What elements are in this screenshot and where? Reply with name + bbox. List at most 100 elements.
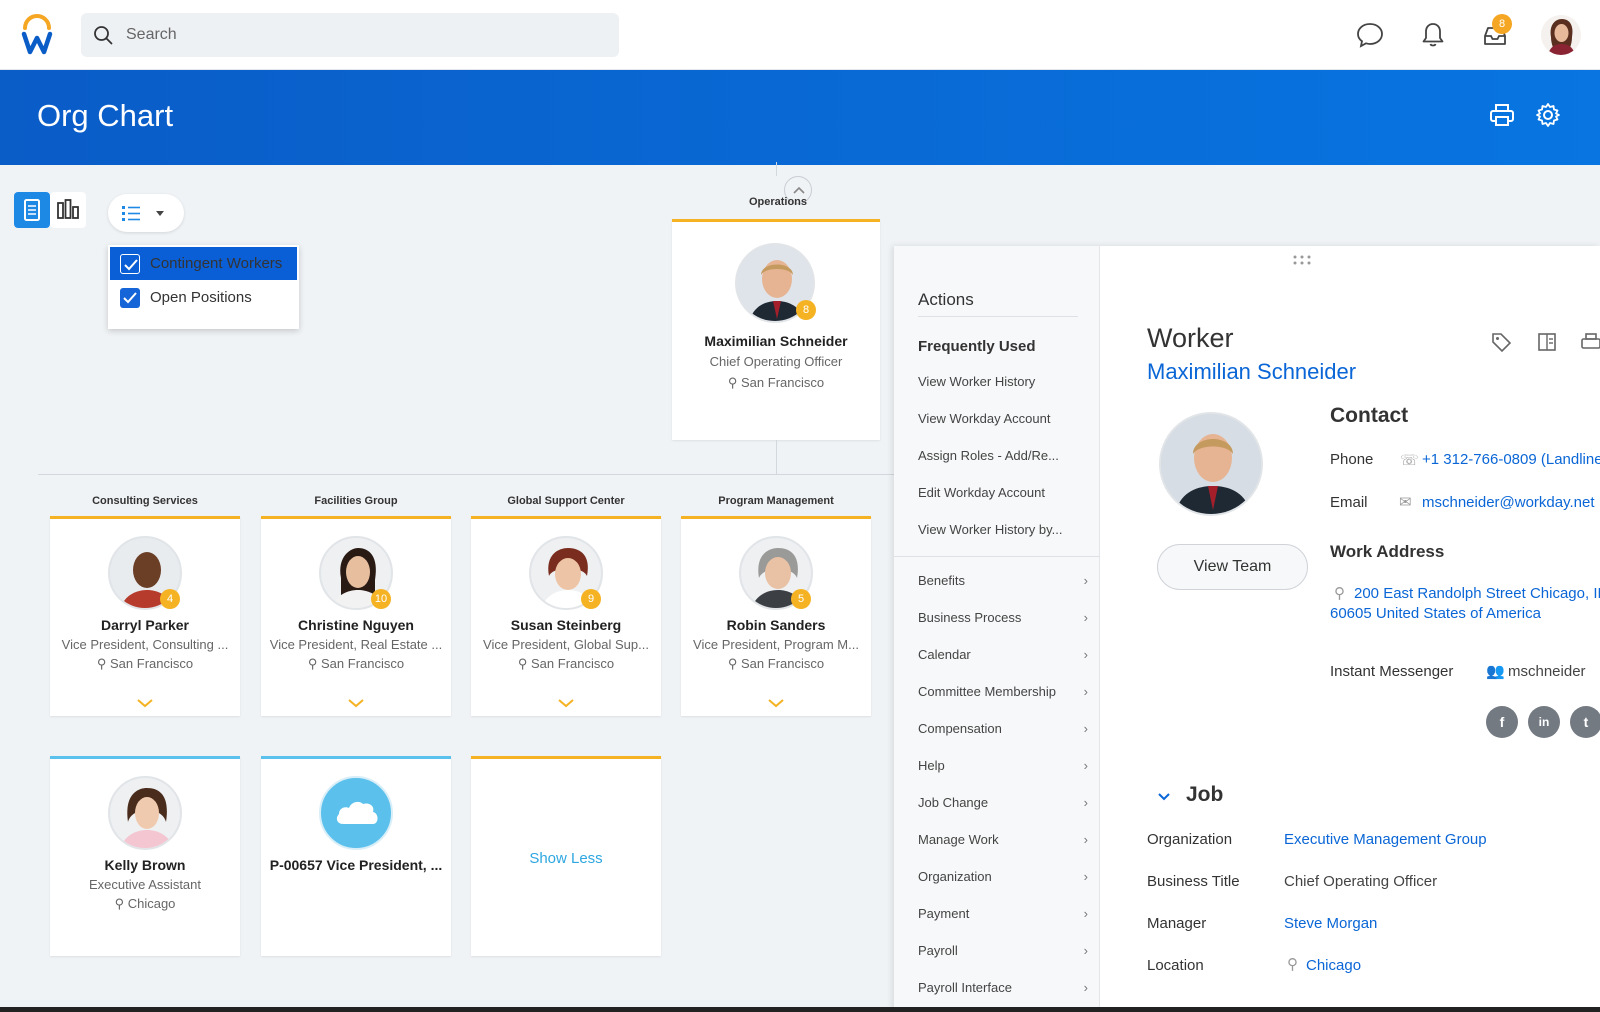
address-line-2[interactable]: 60605 United States of America bbox=[1330, 605, 1541, 622]
menu-organization[interactable]: Organization › bbox=[918, 869, 1088, 884]
worker-title: Chief Operating Officer bbox=[709, 354, 843, 369]
filter-option-contingent-workers[interactable]: Contingent Workers bbox=[110, 247, 297, 280]
bell-icon[interactable] bbox=[1418, 20, 1448, 50]
menu-payment[interactable]: Payment › bbox=[918, 906, 1088, 921]
gear-icon[interactable] bbox=[1534, 101, 1562, 129]
worker-name-link[interactable]: Maximilian Schneider bbox=[1147, 359, 1356, 385]
chevron-right-icon: › bbox=[1083, 610, 1088, 625]
menu-label: Help bbox=[918, 758, 945, 773]
worker-photo bbox=[1159, 412, 1263, 516]
user-avatar[interactable] bbox=[1541, 15, 1581, 55]
menu-payroll-interface[interactable]: Payroll Interface › bbox=[918, 980, 1088, 995]
chevron-down-icon[interactable] bbox=[347, 697, 365, 709]
workday-logo-icon[interactable] bbox=[20, 14, 54, 56]
menu-benefits[interactable]: Benefits › bbox=[918, 573, 1088, 588]
chart-view-toggle[interactable] bbox=[50, 192, 86, 228]
org-card-open-position[interactable]: P-00657 Vice President, ... bbox=[261, 756, 451, 956]
chevron-right-icon: › bbox=[1083, 721, 1088, 736]
worker-name: Maximilian Schneider bbox=[704, 333, 848, 349]
email-link[interactable]: mschneider@workday.net bbox=[1422, 494, 1595, 511]
list-filter-icon bbox=[122, 206, 164, 221]
org-card-child[interactable]: 4 Darryl Parker Vice President, Consulti… bbox=[50, 516, 240, 716]
worker-name: Darryl Parker bbox=[101, 617, 189, 633]
view-team-button[interactable]: View Team bbox=[1157, 544, 1308, 590]
report-count-badge: 9 bbox=[581, 589, 601, 609]
menu-label: Payroll Interface bbox=[918, 980, 1012, 995]
document-icon bbox=[24, 199, 40, 221]
worker-name: Robin Sanders bbox=[726, 617, 826, 633]
print-icon[interactable] bbox=[1488, 101, 1516, 129]
location-link[interactable]: Chicago bbox=[1306, 957, 1361, 974]
chevron-down-icon[interactable] bbox=[136, 697, 154, 709]
business-title-value: Chief Operating Officer bbox=[1284, 873, 1438, 890]
chevron-right-icon: › bbox=[1083, 647, 1088, 662]
job-heading: Job bbox=[1186, 783, 1224, 806]
action-view-worker-history-by[interactable]: View Worker History by... bbox=[918, 522, 1062, 537]
department-label: Operations bbox=[748, 196, 808, 208]
card-view-toggle[interactable] bbox=[14, 192, 50, 228]
worker-location: ⚲ Chicago bbox=[50, 896, 240, 912]
divider bbox=[918, 316, 1078, 317]
show-less-card[interactable]: Show Less bbox=[471, 756, 661, 956]
filter-dropdown-menu: Contingent Workers Open Positions bbox=[108, 245, 299, 329]
org-card-assistant[interactable]: Kelly Brown Executive Assistant ⚲ Chicag… bbox=[50, 756, 240, 956]
org-card-root[interactable]: 8 Maximilian Schneider Chief Operating O… bbox=[672, 219, 880, 440]
linkedin-icon[interactable]: in bbox=[1528, 706, 1560, 738]
bar-chart-icon bbox=[57, 199, 79, 219]
export-icon[interactable] bbox=[1536, 331, 1558, 353]
org-card-child[interactable]: 9 Susan Steinberg Vice President, Global… bbox=[471, 516, 661, 716]
checkbox-icon[interactable] bbox=[120, 254, 140, 274]
chevron-right-icon: › bbox=[1083, 684, 1088, 699]
action-assign-roles[interactable]: Assign Roles - Add/Re... bbox=[918, 448, 1059, 463]
menu-manage-work[interactable]: Manage Work › bbox=[918, 832, 1088, 847]
menu-committee-membership[interactable]: Committee Membership › bbox=[918, 684, 1088, 699]
search-input[interactable]: Search bbox=[81, 13, 619, 57]
chat-icon[interactable] bbox=[1355, 20, 1385, 50]
organization-link[interactable]: Executive Management Group bbox=[1284, 831, 1487, 848]
menu-label: Compensation bbox=[918, 721, 1002, 736]
top-bar: Search 8 bbox=[0, 0, 1600, 70]
chevron-down-icon[interactable] bbox=[767, 697, 785, 709]
print-icon[interactable] bbox=[1580, 331, 1600, 353]
drag-handle-icon[interactable] bbox=[1292, 254, 1312, 266]
tag-icon[interactable] bbox=[1490, 331, 1512, 353]
search-icon bbox=[94, 26, 113, 45]
im-label: Instant Messenger bbox=[1330, 663, 1454, 680]
menu-help[interactable]: Help › bbox=[918, 758, 1088, 773]
connector-line bbox=[38, 474, 894, 475]
menu-business-process[interactable]: Business Process › bbox=[918, 610, 1088, 625]
cloud-icon bbox=[319, 776, 393, 850]
worker-title: Vice President, Program M... bbox=[693, 637, 859, 652]
manager-link[interactable]: Steve Morgan bbox=[1284, 915, 1377, 932]
chevron-down-icon[interactable] bbox=[1157, 792, 1171, 802]
menu-label: Committee Membership bbox=[918, 684, 1056, 699]
menu-job-change[interactable]: Job Change › bbox=[918, 795, 1088, 810]
location-pin-icon: ⚲ bbox=[114, 896, 128, 911]
menu-payroll[interactable]: Payroll › bbox=[918, 943, 1088, 958]
org-card-child[interactable]: 5 Robin Sanders Vice President, Program … bbox=[681, 516, 871, 716]
worker-location: ⚲ San Francisco bbox=[261, 656, 451, 672]
action-view-workday-account[interactable]: View Workday Account bbox=[918, 411, 1050, 426]
org-card-child[interactable]: 10 Christine Nguyen Vice President, Real… bbox=[261, 516, 451, 716]
facebook-icon[interactable]: f bbox=[1486, 706, 1518, 738]
show-less-link[interactable]: Show Less bbox=[471, 850, 661, 867]
worker-location: ⚲ San Francisco bbox=[50, 656, 240, 672]
twitter-icon[interactable]: t bbox=[1570, 706, 1600, 738]
department-label: Facilities Group bbox=[314, 495, 398, 507]
action-edit-workday-account[interactable]: Edit Workday Account bbox=[918, 485, 1045, 500]
menu-compensation[interactable]: Compensation › bbox=[918, 721, 1088, 736]
phone-link[interactable]: +1 312-766-0809 (Landline) bbox=[1422, 451, 1600, 468]
chevron-down-icon[interactable] bbox=[557, 697, 575, 709]
report-count-badge: 4 bbox=[160, 589, 180, 609]
menu-label: Organization bbox=[918, 869, 992, 884]
checkbox-icon[interactable] bbox=[120, 288, 140, 308]
location-pin-icon: ⚲ bbox=[727, 656, 742, 671]
location-text: San Francisco bbox=[321, 656, 405, 671]
filter-dropdown-button[interactable] bbox=[108, 194, 184, 232]
address-line-1[interactable]: 200 East Randolph Street Chicago, IL bbox=[1354, 585, 1600, 602]
action-view-worker-history[interactable]: View Worker History bbox=[918, 374, 1035, 389]
department-label: Consulting Services bbox=[92, 495, 198, 507]
menu-calendar[interactable]: Calendar › bbox=[918, 647, 1088, 662]
worker-heading: Worker bbox=[1147, 323, 1234, 353]
filter-option-open-positions[interactable]: Open Positions bbox=[110, 281, 297, 314]
